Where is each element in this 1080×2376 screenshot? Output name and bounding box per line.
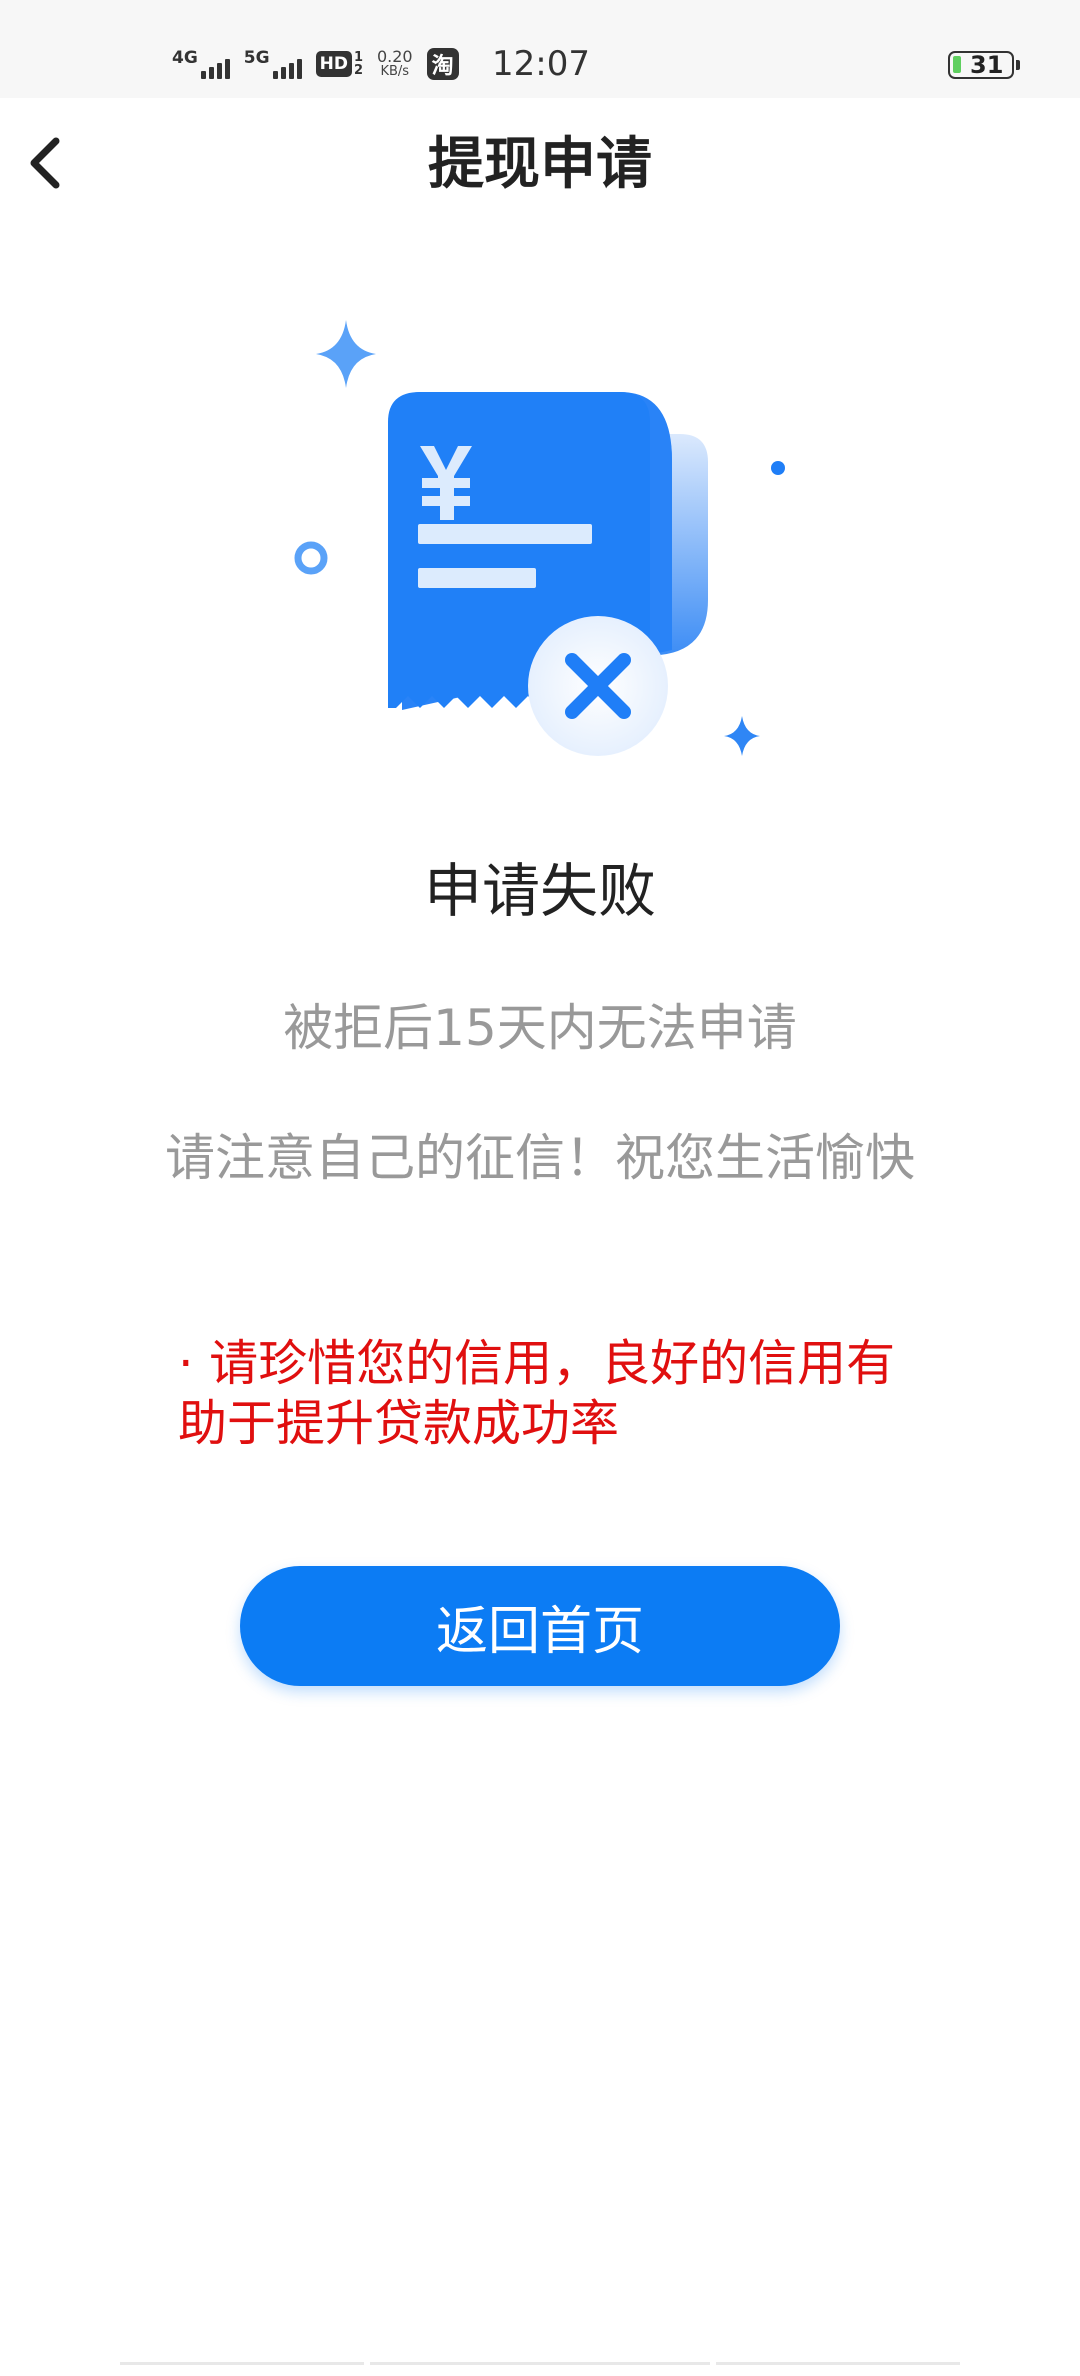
credit-warning: · 请珍惜您的信用，良好的信用有助于提升贷款成功率 — [178, 1335, 896, 1452]
battery-level: 31 — [970, 51, 1004, 79]
battery-icon: 31 — [948, 51, 1020, 79]
status-bar: 4G 5G HD 1 2 0.20 KB/s 淘 12:07 31 — [0, 0, 1080, 98]
navigation-bar: 提现申请 — [0, 98, 1080, 238]
return-home-button[interactable]: 返回首页 — [240, 1566, 840, 1686]
hd-voice-icon: HD 1 2 — [315, 51, 363, 77]
signal-4g-icon: 4G — [172, 49, 230, 79]
signal-5g-icon: 5G — [244, 49, 302, 79]
result-message-2: 请注意自己的征信！祝您生活愉快 — [165, 1129, 915, 1187]
taobao-notification-icon: 淘 — [426, 48, 459, 80]
status-time: 12:07 — [492, 44, 590, 84]
bottom-divider — [120, 2362, 364, 2365]
result-message-1: 被拒后15天内无法申请 — [283, 999, 797, 1057]
status-icons: 4G 5G HD 1 2 0.20 KB/s 淘 — [172, 44, 459, 84]
page-title: 提现申请 — [428, 132, 652, 197]
result-title: 申请失败 — [423, 857, 656, 925]
network-speed: 0.20 KB/s — [376, 47, 413, 80]
bottom-divider — [716, 2362, 960, 2365]
bottom-divider — [370, 2362, 710, 2365]
receipt-failed-icon — [280, 310, 800, 780]
